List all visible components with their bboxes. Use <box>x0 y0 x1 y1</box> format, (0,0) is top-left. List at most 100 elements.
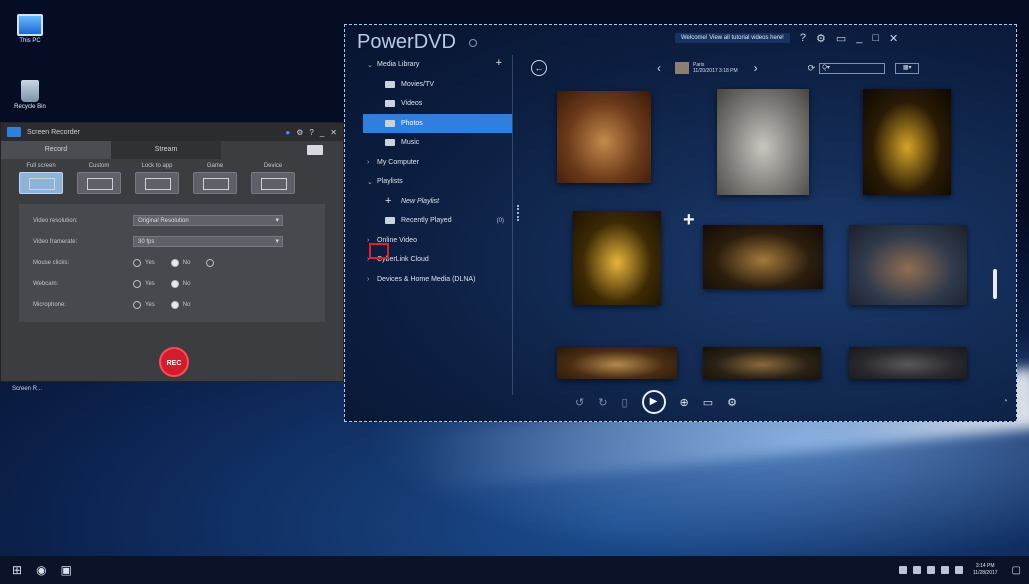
microphone-no-radio[interactable]: No <box>170 300 190 309</box>
previous-album-icon[interactable]: ‹ <box>657 61 661 75</box>
subtitle-icon[interactable]: ▭ <box>703 396 713 409</box>
mode-device[interactable]: Device <box>251 163 295 194</box>
video-framerate-dropdown[interactable]: 30 fps <box>133 236 283 247</box>
microphone-yes-radio[interactable]: Yes <box>133 300 155 309</box>
photo-eiffel-night[interactable] <box>863 89 951 195</box>
desktop-icon-this-pc[interactable]: This PC <box>10 14 50 44</box>
sidebar-item-recently-played[interactable]: Recently Played (0) <box>363 211 512 231</box>
setting-webcam: Webcam: Yes No <box>33 273 311 294</box>
photo-dusk[interactable] <box>849 347 967 379</box>
photo-cafe[interactable] <box>557 91 651 183</box>
recorder-title-bar[interactable]: Screen Recorder ● ⚙ ? _ ✕ <box>1 123 343 141</box>
view-mode-button[interactable]: ▦▾ <box>895 62 920 74</box>
minimize-icon[interactable]: _ <box>856 32 862 44</box>
setting-video-resolution: Video resolution: Original Resolution <box>33 210 311 231</box>
network-icon[interactable] <box>940 566 949 574</box>
close-icon[interactable]: ✕ <box>889 32 898 45</box>
tab-stream[interactable]: Stream <box>111 141 221 159</box>
sidebar-resize-handle[interactable] <box>517 205 519 221</box>
sidebar-item-label: Devices & Home Media (DLNA) <box>377 275 476 283</box>
hdmi-device-icon <box>251 172 295 194</box>
mouse-clicks-yes-radio[interactable]: Yes <box>133 258 155 267</box>
sidebar-item-music[interactable]: Music <box>363 133 512 153</box>
brand-badge-icon <box>469 39 477 47</box>
custom-area-icon <box>77 172 121 194</box>
chevron-right-icon: › <box>367 158 370 166</box>
help-icon[interactable]: ? <box>800 32 806 44</box>
zoom-icon[interactable]: ⊕ <box>680 396 689 409</box>
settings-gear-icon[interactable]: ⚙ <box>296 128 303 137</box>
sidebar-item-my-computer[interactable]: › My Computer <box>363 153 512 173</box>
mode-full-screen[interactable]: Full screen <box>19 163 63 194</box>
tutorial-banner[interactable]: Welcome! View all tutorial videos here! <box>675 33 790 43</box>
radio-label: No <box>182 259 191 266</box>
sidebar-item-devices[interactable]: › Devices & Home Media (DLNA) <box>363 270 512 290</box>
help-icon[interactable]: ? <box>309 128 313 137</box>
next-album-icon[interactable]: › <box>754 61 758 75</box>
photo-indoor[interactable] <box>557 347 677 379</box>
close-icon[interactable]: ✕ <box>330 128 337 137</box>
sidebar-item-photos[interactable]: Photos <box>363 113 512 133</box>
mini-player-icon[interactable]: ▭ <box>836 32 846 45</box>
system-clock[interactable]: 3:14 PM 11/28/2017 <box>973 563 998 577</box>
minimize-icon[interactable]: _ <box>320 128 324 137</box>
video-resolution-dropdown[interactable]: Original Resolution <box>133 215 283 226</box>
sidebar-item-movies-tv[interactable]: Movies/TV <box>363 75 512 95</box>
photo-woman-night[interactable] <box>849 225 967 305</box>
cast-icon[interactable]: ◔ <box>1002 396 1008 407</box>
sidebar-item-media-library[interactable]: ⌄ Media Library + <box>363 55 512 75</box>
search-input[interactable]: Q▾ <box>819 62 886 74</box>
photo-pilier-nord[interactable] <box>703 225 823 289</box>
radio-label: Yes <box>145 259 155 266</box>
maximize-icon[interactable]: □ <box>872 32 879 44</box>
recorder-tabs: Record Stream <box>1 141 343 159</box>
setting-label: Video framerate: <box>33 238 78 245</box>
mode-label: Device <box>263 163 283 169</box>
video-camera-icon <box>385 100 395 108</box>
sidebar-item-new-playlist[interactable]: + New Playlist <box>363 192 512 212</box>
screen-layout-icon[interactable] <box>307 145 323 155</box>
mode-lock-to-app[interactable]: Lock to app <box>135 163 179 194</box>
rotate-right-icon[interactable]: ↻ <box>598 396 607 409</box>
add-media-icon[interactable]: + <box>496 57 502 69</box>
webcam-yes-radio[interactable]: Yes <box>133 279 155 288</box>
album-info: Paris 11/20/2017 3:18 PM <box>693 62 738 74</box>
mouse-clicks-no-radio[interactable]: No <box>170 258 191 267</box>
recorder-title: Screen Recorder <box>27 128 80 136</box>
scrollbar-thumb[interactable] <box>993 269 997 299</box>
tray-app-icon[interactable] <box>912 566 921 574</box>
delete-icon[interactable]: ▯ <box>621 396 627 409</box>
screen-recorder-taskbar-icon[interactable]: ▣ <box>61 563 72 577</box>
photo-icon <box>385 119 395 127</box>
radio-label: Yes <box>145 280 155 287</box>
record-button[interactable]: REC <box>159 347 189 377</box>
notification-icon[interactable]: ▢ <box>1012 565 1021 576</box>
tray-app-icon[interactable] <box>898 566 907 574</box>
refresh-icon[interactable]: ⟳ <box>808 63 816 74</box>
sidebar-item-videos[interactable]: Videos <box>363 94 512 114</box>
tray-app-icon[interactable] <box>926 566 935 574</box>
account-icon[interactable]: ● <box>285 128 290 137</box>
windows-start-icon[interactable]: ⊞ <box>12 563 22 577</box>
tab-record[interactable]: Record <box>1 141 111 159</box>
player-settings-icon[interactable]: ⚙ <box>727 396 737 409</box>
sidebar-item-label: Media Library <box>377 61 420 69</box>
mode-game[interactable]: Game <box>193 163 237 194</box>
desktop-icon-recycle-bin[interactable]: Recycle Bin <box>10 80 50 110</box>
item-count: (0) <box>496 217 504 224</box>
sidebar-item-playlists[interactable]: ⌄ Playlists <box>363 172 512 192</box>
rotate-left-icon[interactable]: ↺ <box>575 396 584 409</box>
volume-icon[interactable] <box>954 566 963 574</box>
powerdvd-taskbar-icon[interactable]: ◉ <box>36 563 46 577</box>
webcam-no-radio[interactable]: No <box>170 279 190 288</box>
photo-eiffel-lit[interactable] <box>573 211 661 305</box>
photo-street[interactable] <box>703 347 821 379</box>
mode-custom[interactable]: Custom <box>77 163 121 194</box>
mouse-click-style-icon[interactable] <box>206 258 218 267</box>
settings-gear-icon[interactable]: ⚙ <box>816 32 826 45</box>
back-arrow-icon[interactable]: ← <box>531 60 547 76</box>
play-icon[interactable]: ▶ <box>641 390 666 414</box>
taskbar: ⊞ ◉ ▣ 3:14 PM 11/28/2017 ▢ <box>0 556 1029 584</box>
powerdvd-window: PowerDVD Welcome! View all tutorial vide… <box>344 24 1017 422</box>
photo-stone-building[interactable] <box>717 89 809 195</box>
